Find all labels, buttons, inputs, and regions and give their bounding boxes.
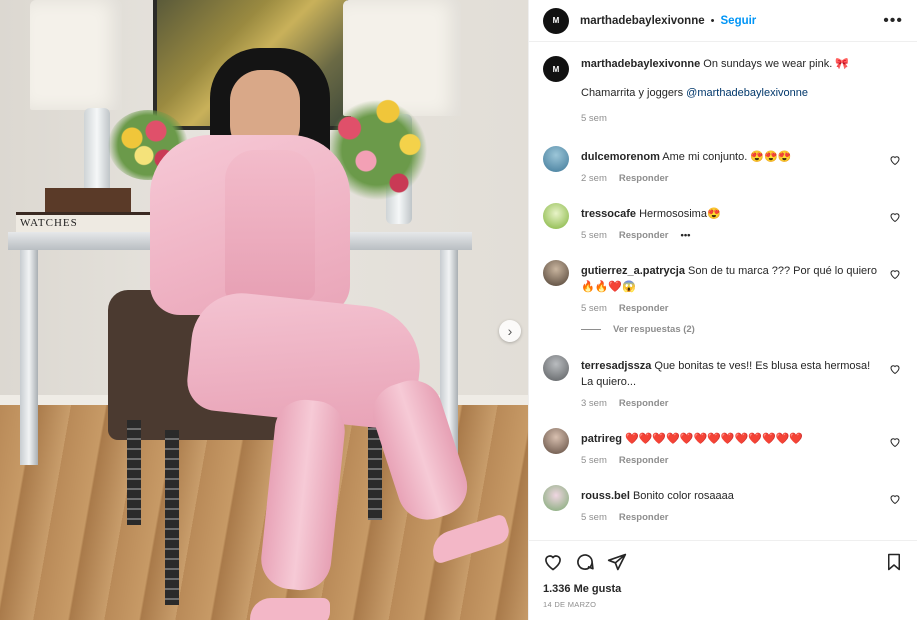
- comment-username[interactable]: patrireg: [581, 433, 622, 445]
- avatar-monogram: M: [552, 64, 560, 74]
- comment-text: patrireg ❤️❤️❤️❤️❤️❤️❤️❤️❤️❤️❤️❤️❤️: [581, 431, 877, 447]
- comment: gutierrez_a.patrycja Son de tu marca ???…: [543, 260, 903, 314]
- comment-username[interactable]: rouss.bel: [581, 490, 630, 502]
- comment-meta: 5 sem Responder •••: [581, 230, 877, 241]
- comment-text: terresadjssza Que bonitas te ves!! Es bl…: [581, 358, 877, 390]
- comment: rouss.bel Bonito color rosaaaa 5 sem Res…: [543, 485, 903, 523]
- comment-text: tressocafe Hermososima😍: [581, 206, 877, 222]
- like-comment-heart-icon[interactable]: [889, 363, 901, 375]
- caption-body: On sundays we wear pink. 🎀: [700, 58, 850, 70]
- comment-body: Hermososima😍: [636, 208, 721, 220]
- comment-text: gutierrez_a.patrycja Son de tu marca ???…: [581, 263, 877, 295]
- comment-time: 2 sem: [581, 173, 607, 184]
- post-side-panel: M marthadebaylexivonne • Seguir ••• M ma…: [528, 0, 917, 620]
- comment-time: 5 sem: [581, 303, 607, 314]
- comment-options-icon[interactable]: •••: [681, 230, 691, 241]
- chevron-right-icon: ›: [507, 323, 513, 339]
- comment: dulcemorenom Ame mi conjunto. 😍😍😍 2 sem …: [543, 146, 903, 184]
- post-modal: WATCHES › M marthadebaylexivonne • Segui…: [0, 0, 917, 620]
- next-image-button[interactable]: ›: [499, 320, 521, 342]
- caption-time: 5 sem: [581, 113, 607, 124]
- save-bookmark-icon[interactable]: [885, 552, 903, 572]
- comment-bubble-icon[interactable]: [575, 552, 595, 572]
- comment-meta: 3 sem Responder: [581, 398, 877, 409]
- more-options-icon[interactable]: •••: [883, 12, 903, 30]
- comment-text: rouss.bel Bonito color rosaaaa: [581, 488, 877, 504]
- comment-username[interactable]: terresadjssza: [581, 360, 651, 372]
- image-chair-leg: [165, 430, 179, 605]
- caption-mention-link[interactable]: @marthadebaylexivonne: [686, 87, 808, 99]
- comment: tressocafe Hermososima😍 5 sem Responder …: [543, 203, 903, 241]
- like-heart-icon[interactable]: [543, 552, 563, 572]
- image-lamp-left: [30, 0, 122, 110]
- avatar[interactable]: [543, 485, 569, 511]
- comment-username[interactable]: dulcemorenom: [581, 151, 660, 163]
- image-chair-leg: [127, 420, 141, 525]
- like-comment-heart-icon[interactable]: [889, 154, 901, 166]
- comment-body: ❤️❤️❤️❤️❤️❤️❤️❤️❤️❤️❤️❤️❤️: [621, 433, 804, 445]
- like-comment-heart-icon[interactable]: [889, 436, 901, 448]
- like-comment-heart-icon[interactable]: [889, 211, 901, 223]
- comment-text: dulcemorenom Ame mi conjunto. 😍😍😍: [581, 149, 877, 165]
- view-replies-label: Ver respuestas (2): [613, 324, 695, 335]
- image-shoe: [250, 598, 330, 620]
- comment-time: 5 sem: [581, 455, 607, 466]
- post-footer: 1.336 Me gusta 14 DE MARZO: [529, 540, 917, 620]
- avatar[interactable]: M: [543, 7, 569, 34]
- caption: M marthadebaylexivonne On sundays we wea…: [543, 56, 903, 124]
- comment-meta: 5 sem Responder: [581, 455, 877, 466]
- caption-line2: Chamarrita y joggers @marthadebaylexivon…: [581, 85, 877, 101]
- comment-meta: 5 sem Responder: [581, 303, 877, 314]
- caption-text: marthadebaylexivonne On sundays we wear …: [581, 56, 877, 72]
- image-books-text: WATCHES: [20, 217, 78, 229]
- comment-body: Bonito color rosaaaa: [629, 490, 734, 502]
- comment-body: Ame mi conjunto. 😍😍😍: [659, 151, 792, 163]
- reply-button[interactable]: Responder: [619, 173, 669, 184]
- comment-time: 3 sem: [581, 398, 607, 409]
- comment-time: 5 sem: [581, 230, 607, 241]
- comment-username[interactable]: gutierrez_a.patrycja: [581, 265, 685, 277]
- likes-count[interactable]: 1.336 Me gusta: [543, 583, 903, 595]
- action-bar: [543, 551, 903, 573]
- reply-button[interactable]: Responder: [619, 398, 669, 409]
- image-box: [45, 188, 131, 212]
- post-username[interactable]: marthadebaylexivonne: [580, 15, 705, 27]
- avatar[interactable]: [543, 203, 569, 229]
- header-separator: •: [710, 14, 715, 27]
- avatar[interactable]: [543, 260, 569, 286]
- reply-button[interactable]: Responder: [619, 512, 669, 523]
- reply-button[interactable]: Responder: [619, 455, 669, 466]
- comment-username[interactable]: tressocafe: [581, 208, 636, 220]
- replies-divider: [581, 329, 601, 330]
- reply-button[interactable]: Responder: [619, 230, 669, 241]
- like-comment-heart-icon[interactable]: [889, 493, 901, 505]
- comment-time: 5 sem: [581, 512, 607, 523]
- share-paper-plane-icon[interactable]: [607, 552, 627, 572]
- caption-username[interactable]: marthadebaylexivonne: [581, 58, 700, 70]
- post-image[interactable]: WATCHES ›: [0, 0, 528, 620]
- post-header: M marthadebaylexivonne • Seguir •••: [529, 0, 917, 42]
- caption-line2-text: Chamarrita y joggers: [581, 87, 687, 99]
- comments-list[interactable]: M marthadebaylexivonne On sundays we wea…: [529, 42, 917, 540]
- avatar[interactable]: M: [543, 56, 569, 82]
- image-bow: [225, 150, 315, 300]
- caption-meta: 5 sem: [581, 113, 877, 124]
- view-replies-button[interactable]: Ver respuestas (2): [581, 324, 903, 335]
- like-comment-heart-icon[interactable]: [889, 268, 901, 280]
- post-date: 14 DE MARZO: [543, 600, 597, 609]
- follow-button[interactable]: Seguir: [721, 15, 757, 27]
- avatar-monogram: M: [552, 16, 560, 25]
- comment-meta: 5 sem Responder: [581, 512, 877, 523]
- avatar[interactable]: [543, 146, 569, 172]
- reply-button[interactable]: Responder: [619, 303, 669, 314]
- avatar[interactable]: [543, 428, 569, 454]
- comment: terresadjssza Que bonitas te ves!! Es bl…: [543, 355, 903, 409]
- comment-meta: 2 sem Responder: [581, 173, 877, 184]
- image-table-leg: [20, 250, 38, 465]
- comment: patrireg ❤️❤️❤️❤️❤️❤️❤️❤️❤️❤️❤️❤️❤️ 5 se…: [543, 428, 903, 466]
- avatar[interactable]: [543, 355, 569, 381]
